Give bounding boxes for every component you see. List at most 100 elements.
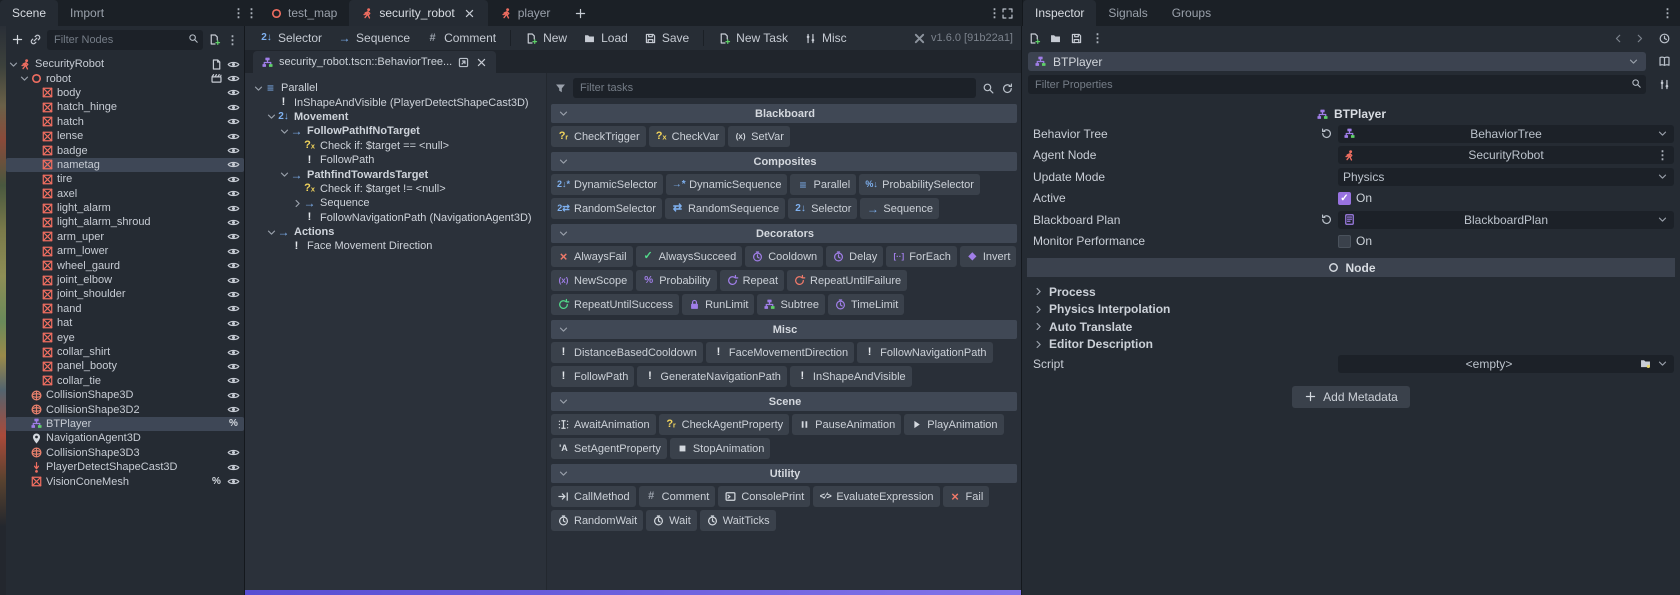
sliders-icon[interactable]	[1658, 78, 1671, 91]
eye-icon[interactable]	[227, 389, 240, 402]
task-chip-Repeat[interactable]: Repeat	[720, 270, 784, 291]
scene-tree-row-body[interactable]: body	[6, 86, 244, 100]
bt-toolbar-selector-button[interactable]: 2↓Selector	[253, 28, 329, 48]
task-chip-NewScope[interactable]: (x)NewScope	[551, 270, 633, 291]
task-chip-AlwaysSucceed[interactable]: ✓AlwaysSucceed	[636, 246, 743, 267]
bt-resource-tab[interactable]: security_robot.tscn::BehaviorTree...	[253, 51, 496, 73]
eye-icon[interactable]	[227, 230, 240, 243]
task-chip-StopAnimation[interactable]: StopAnimation	[670, 438, 771, 459]
bt-tree-row[interactable]: ?ₓCheck if: $target != <null>	[251, 182, 546, 196]
palette-section-scene[interactable]: Scene	[551, 392, 1017, 411]
task-chip-ConsolePrint[interactable]: ConsolePrint	[718, 486, 810, 507]
eye-icon[interactable]	[227, 216, 240, 229]
scene-tree-row-robot[interactable]: robot	[6, 71, 244, 85]
bt-tree-row[interactable]: ?ₓCheck if: $target == <null>	[251, 139, 546, 153]
palette-section-utility[interactable]: Utility	[551, 464, 1017, 483]
scene-tree-row-VisionConeMesh[interactable]: VisionConeMesh%	[6, 474, 244, 488]
bt-tree-row[interactable]: !Face Movement Direction	[251, 239, 546, 253]
task-chip-CheckVar[interactable]: ?ₓCheckVar	[649, 126, 725, 147]
bt-toolbar-misc-button[interactable]: Misc	[797, 28, 854, 48]
task-chip-Invert[interactable]: ◆Invert	[960, 246, 1017, 267]
eye-icon[interactable]	[227, 187, 240, 200]
scene-tree-row-joint_elbow[interactable]: joint_elbow	[6, 273, 244, 287]
tree-expand-toggle[interactable]	[8, 58, 19, 71]
checkbox-unchecked[interactable]	[1338, 235, 1351, 248]
property-group-editor-description[interactable]: Editor Description	[1028, 336, 1674, 354]
extract-icon[interactable]	[457, 56, 470, 69]
filter-properties-input[interactable]	[1028, 75, 1646, 94]
dots-icon[interactable]: ⋮	[988, 7, 1001, 20]
task-chip-Comment[interactable]: #Comment	[639, 486, 716, 507]
eye-icon[interactable]	[227, 72, 240, 85]
eye-icon[interactable]	[227, 374, 240, 387]
scene-tree-row-axel[interactable]: axel	[6, 187, 244, 201]
close-icon[interactable]	[475, 56, 488, 69]
palette-section-decorators[interactable]: Decorators	[551, 224, 1017, 243]
search-icon[interactable]	[982, 82, 995, 95]
task-chip-Sequence[interactable]: →Sequence	[860, 198, 939, 219]
eye-icon[interactable]	[227, 259, 240, 272]
eye-icon[interactable]	[227, 158, 240, 171]
scene-tree-row-BTPlayer[interactable]: BTPlayer%	[6, 417, 244, 431]
eye-icon[interactable]	[227, 446, 240, 459]
revert-icon[interactable]	[1320, 127, 1333, 140]
script-plus-icon[interactable]	[208, 33, 221, 46]
eye-icon[interactable]	[227, 403, 240, 416]
task-chip-RunLimit[interactable]: RunLimit	[682, 294, 754, 315]
task-chip-FaceMovementDirection[interactable]: !FaceMovementDirection	[706, 342, 854, 363]
task-chip-Wait[interactable]: Wait	[646, 510, 697, 531]
bt-tree-row[interactable]: !InShapeAndVisible (PlayerDetectShapeCas…	[251, 95, 546, 109]
task-chip-SetAgentProperty[interactable]: 'ASetAgentProperty	[551, 438, 667, 459]
dots-icon[interactable]: ⋮	[245, 7, 258, 20]
floppy-icon[interactable]	[1070, 32, 1083, 45]
scene-tree-row-light_alarm[interactable]: light_alarm	[6, 201, 244, 215]
scene-tree-row-wheel_gaurd[interactable]: wheel_gaurd	[6, 258, 244, 272]
scene-tree-row-eye[interactable]: eye	[6, 330, 244, 344]
dots-icon[interactable]: ⋮	[1091, 32, 1104, 45]
bt-tree-row[interactable]: →Actions	[251, 225, 546, 239]
add-node-button[interactable]	[11, 33, 24, 46]
bt-tree-row[interactable]: →FollowPathIfNoTarget	[251, 124, 546, 138]
task-chip-AlwaysFail[interactable]: ×AlwaysFail	[551, 246, 633, 267]
bt-expand-toggle[interactable]	[266, 110, 277, 123]
task-chip-ForEach[interactable]: [··]ForEach	[886, 246, 957, 267]
scene-tree-row-lense[interactable]: lense	[6, 129, 244, 143]
palette-section-misc[interactable]: Misc	[551, 320, 1017, 339]
palette-section-blackboard[interactable]: Blackboard	[551, 104, 1017, 123]
bt-tree-row[interactable]: ≡Parallel	[251, 81, 546, 95]
dots-icon[interactable]: ⋮	[1656, 149, 1669, 162]
value-box[interactable]: SecurityRobot⋮	[1338, 146, 1674, 164]
scene-tree-row-panel_booty[interactable]: panel_booty	[6, 359, 244, 373]
dock-tab-signals[interactable]: Signals	[1096, 0, 1159, 26]
bt-expand-toggle[interactable]	[266, 226, 277, 239]
task-chip-PauseAnimation[interactable]: PauseAnimation	[792, 414, 901, 435]
scene-tree-row-arm_uper[interactable]: arm_uper	[6, 230, 244, 244]
bt-expand-toggle[interactable]	[292, 197, 303, 210]
eye-icon[interactable]	[227, 58, 240, 71]
task-chip-Cooldown[interactable]: Cooldown	[745, 246, 823, 267]
task-chip-EvaluateExpression[interactable]: <⁄>EvaluateExpression	[813, 486, 939, 507]
scene-tree-row-hat[interactable]: hat	[6, 316, 244, 330]
scene-tree-row-CollisionShape3D3[interactable]: CollisionShape3D3	[6, 446, 244, 460]
task-chip-Probability[interactable]: %Probability	[636, 270, 716, 291]
tab-scene[interactable]: Scene	[0, 0, 58, 26]
task-chip-RandomWait[interactable]: RandomWait	[551, 510, 643, 531]
scene-tree-row-NavigationAgent3D[interactable]: NavigationAgent3D	[6, 431, 244, 445]
scene-tree-row-collar_shirt[interactable]: collar_shirt	[6, 345, 244, 359]
bt-expand-toggle[interactable]	[279, 125, 290, 138]
chevron-down-icon[interactable]	[1656, 213, 1669, 226]
task-chip-DynamicSelector[interactable]: 2↓*DynamicSelector	[551, 174, 663, 195]
dots-icon[interactable]: ⋮	[232, 7, 245, 20]
close-icon[interactable]	[463, 7, 476, 20]
tab-import[interactable]: Import	[58, 0, 116, 26]
task-chip-DistanceBasedCooldown[interactable]: !DistanceBasedCooldown	[551, 342, 703, 363]
nav-left-icon[interactable]	[1612, 32, 1625, 45]
task-chip-DynamicSequence[interactable]: →*DynamicSequence	[666, 174, 787, 195]
dock-tab-groups[interactable]: Groups	[1160, 0, 1223, 26]
bt-toolbar-new-button[interactable]: New	[518, 28, 574, 48]
node-section-header[interactable]: Node	[1027, 258, 1675, 277]
script-value-box[interactable]: <empty>	[1338, 355, 1674, 373]
eye-icon[interactable]	[227, 101, 240, 114]
bt-toolbar-sequence-button[interactable]: →Sequence	[331, 28, 417, 48]
eye-icon[interactable]	[227, 461, 240, 474]
